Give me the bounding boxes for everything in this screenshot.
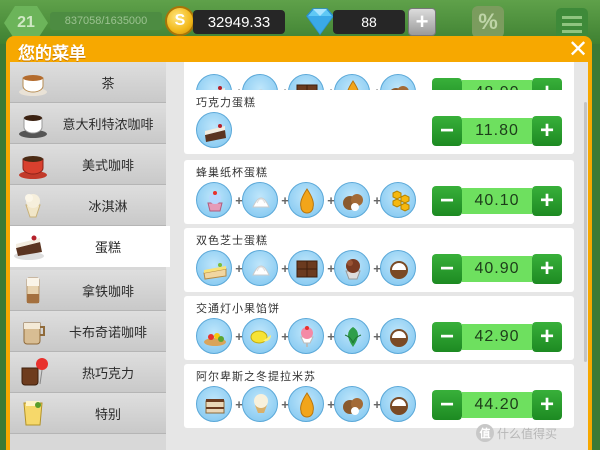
watermark-text: 什么值得买 [497,426,558,441]
hazelnut-icon [334,182,370,218]
diamond-icon [306,8,334,36]
recipe-row: 巧克力蛋糕 −11.80 + [184,90,574,154]
sidebar-item-label: 美式咖啡 [81,159,134,174]
sidebar-item-label: 特别 [94,408,121,423]
coconut-icon [380,318,416,354]
tiramisu-icon [196,386,232,422]
price-value: 40.10 [462,188,532,214]
increase-price-button[interactable]: + [532,390,562,420]
tea-cup-icon [19,75,47,96]
price-stepper: −11.80 + [432,116,562,146]
experience-counter: 837058/1635000 [50,12,162,30]
coin-icon: S [165,6,195,36]
lemon-icon [242,318,278,354]
recipe-row: 交通灯小果馅饼 + + + + −42.90 + [184,296,574,360]
recipe-row: 蜂巢纸杯蛋糕 + + + + −40.10 + [184,160,574,224]
recipe-name: 交通灯小果馅饼 [196,302,280,315]
price-value: 42.90 [462,324,532,350]
chocolate-icon [288,250,324,286]
dialog-content: 茶 意大利特浓咖啡 美式咖啡 冰淇淋 蛋糕 拿铁咖啡 卡布奇诺咖啡 热巧克力 特… [10,62,588,450]
decrease-price-button[interactable]: − [432,186,462,216]
cake-icon [14,235,44,260]
sidebar-item-espresso[interactable]: 意大利特浓咖啡 [10,103,166,144]
recipe-row: 阿尔卑斯之冬提拉米苏 + + + + −44.20 + [184,364,574,428]
increase-price-button[interactable]: + [532,322,562,352]
sidebar-item-label: 意大利特浓咖啡 [62,118,154,133]
recipe-name: 蜂巢纸杯蛋糕 [196,166,268,179]
recipe-name: 双色芝士蛋糕 [196,234,268,247]
ice-cream-icon [25,194,41,218]
espresso-cup-icon [19,115,47,138]
increase-price-button[interactable]: + [532,116,562,146]
sidebar-item-cake[interactable]: 蛋糕 [10,226,170,267]
price-stepper: −42.90 + [432,322,562,352]
close-icon[interactable]: ✕ [566,37,590,61]
discount-icon[interactable]: % [472,6,504,38]
latte-icon [26,277,40,304]
tart-icon [196,318,232,354]
sidebar-item-label: 卡布奇诺咖啡 [68,326,147,341]
honeycomb-icon [380,182,416,218]
cheesecake-icon [196,250,232,286]
sidebar-item-label: 拿铁咖啡 [81,285,134,300]
special-drink-icon [23,401,43,426]
sidebar-item-tea[interactable]: 茶 [10,62,166,103]
coffee-cup-icon [19,156,47,179]
price-value: 11.80 [462,118,532,144]
strawberry-sundae-icon [288,318,324,354]
price-stepper: −40.10 + [432,186,562,216]
coin-balance: 32949.33 [193,10,285,34]
recipe-name: 巧克力蛋糕 [196,96,256,109]
sidebar-item-hot-chocolate[interactable]: 热巧克力 [10,352,166,393]
sidebar-item-latte[interactable]: 拿铁咖啡 [10,270,166,311]
coconut-icon [380,386,416,422]
category-sidebar: 茶 意大利特浓咖啡 美式咖啡 冰淇淋 蛋糕 拿铁咖啡 卡布奇诺咖啡 热巧克力 特… [10,62,170,450]
vanilla-ice-cream-icon [242,386,278,422]
sidebar-item-label: 蛋糕 [94,241,121,256]
recipe-name: 阿尔卑斯之冬提拉米苏 [196,370,316,383]
hazelnut-icon [334,386,370,422]
dialog-title: 您的菜单 [18,44,86,64]
price-value: 40.90 [462,256,532,282]
recipe-row: 双色芝士蛋糕 + + + + −40.90 + [184,228,574,292]
price-stepper: −44.20 + [432,390,562,420]
cake-icon [196,112,232,148]
scrollbar[interactable] [584,102,587,362]
increase-price-button[interactable]: + [532,186,562,216]
increase-price-button[interactable]: + [532,254,562,284]
decrease-price-button[interactable]: − [432,254,462,284]
syrup-icon [288,182,324,218]
sidebar-item-americano[interactable]: 美式咖啡 [10,144,166,185]
cream-icon [242,182,278,218]
hot-chocolate-icon [21,358,48,386]
decrease-price-button[interactable]: − [432,390,462,420]
sidebar-item-ice-cream[interactable]: 冰淇淋 [10,185,166,226]
price-stepper: −40.90 + [432,254,562,284]
mint-icon [334,318,370,354]
sidebar-item-label: 冰淇淋 [88,200,128,215]
ice-cream-cup-icon [334,250,370,286]
watermark-logo-icon: 值 [476,424,494,442]
watermark: 值 什么值得买 [476,424,557,442]
diamond-balance: 88 [333,10,405,34]
recipe-list: ++++−48.90+巧克力蛋糕−11.80+蜂巢纸杯蛋糕++++−40.10+… [174,62,582,450]
sidebar-item-label: 茶 [101,77,115,92]
cupcake-icon [196,182,232,218]
sidebar-item-special[interactable]: 特别 [10,393,166,434]
price-value: 44.20 [462,392,532,418]
decrease-price-button[interactable]: − [432,322,462,352]
level-badge: 21 [4,6,48,40]
sidebar-item-cappuccino[interactable]: 卡布奇诺咖啡 [10,311,166,352]
sidebar-item-label: 热巧克力 [81,367,134,382]
syrup-icon [288,386,324,422]
cappuccino-icon [23,322,45,345]
decrease-price-button[interactable]: − [432,116,462,146]
buy-diamonds-button[interactable]: + [408,8,436,36]
coconut-icon [380,250,416,286]
cream-icon [242,250,278,286]
